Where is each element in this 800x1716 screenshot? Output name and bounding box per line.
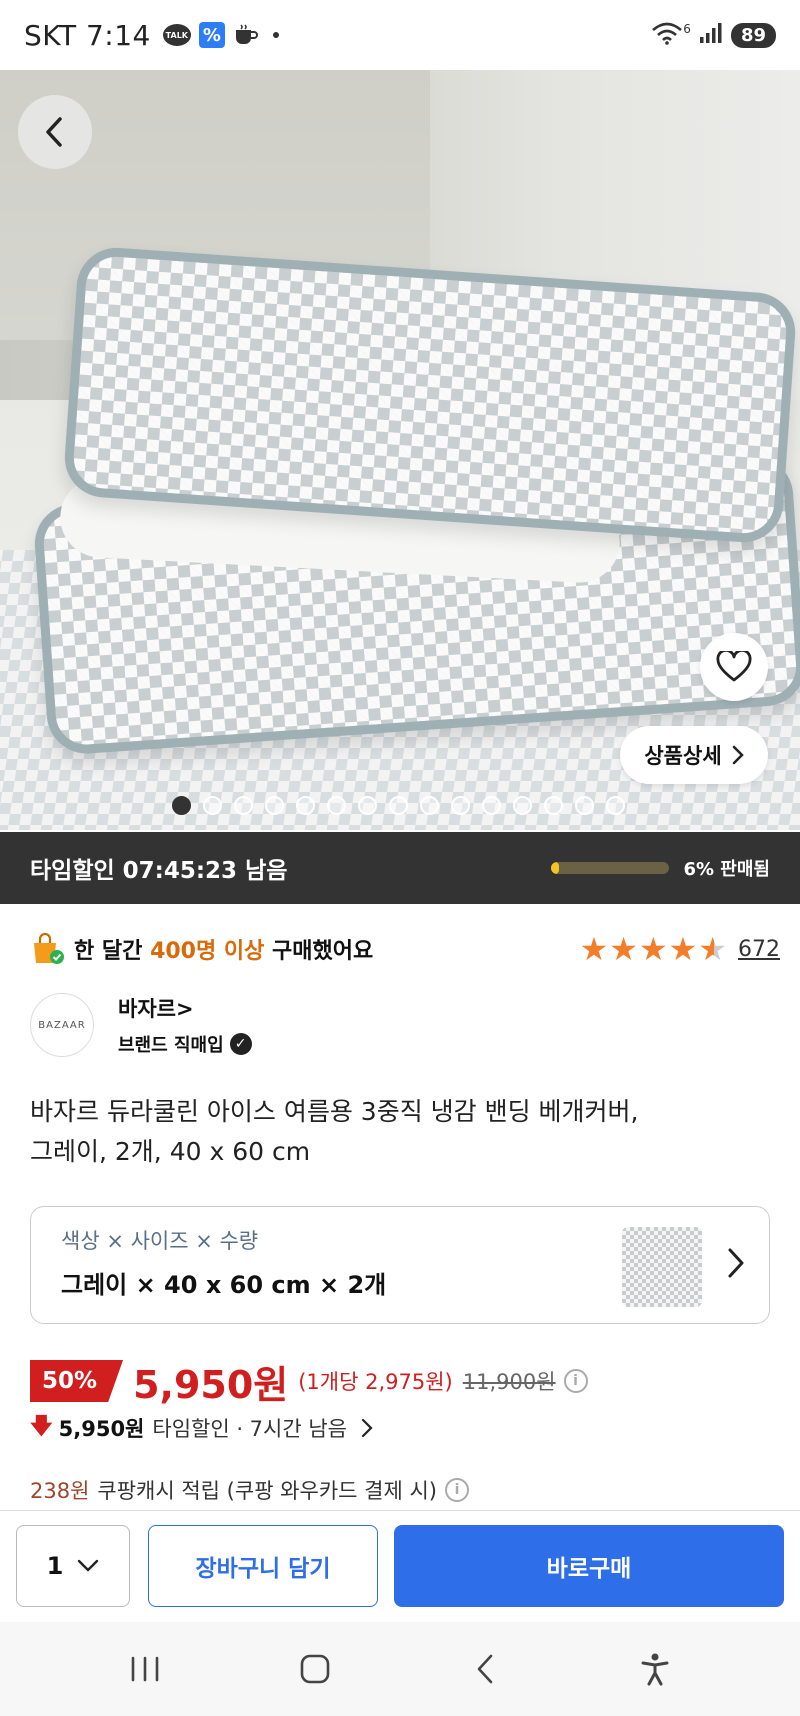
carousel-dot[interactable]	[172, 796, 191, 815]
coffee-cup-icon	[233, 24, 259, 46]
verified-check-icon: ✓	[229, 1033, 252, 1055]
home-icon	[300, 1654, 330, 1684]
purchase-suffix: 구매했어요	[272, 939, 374, 964]
seller-info[interactable]: BAZAAR 바자르> 브랜드 직매입 ✓	[30, 990, 770, 1060]
discount-badge: 50%	[30, 1360, 124, 1402]
monthly-purchase-text: 한 달간 400명 이상 구매했어요	[74, 933, 373, 965]
image-pillow-top	[62, 245, 798, 545]
heart-icon	[716, 651, 752, 682]
status-right: 6 89	[651, 21, 776, 49]
chevron-left-icon	[46, 117, 62, 147]
carousel-dot[interactable]	[265, 796, 284, 815]
carousel-dot[interactable]	[358, 796, 377, 815]
review-count-link[interactable]: 672	[738, 937, 780, 962]
network-type-label: 6	[683, 22, 691, 36]
status-bar: SKT 7:14 TALK % 6 89	[0, 0, 800, 70]
price-row: 50% 5,950원 (1개당 2,975원) 11,900원 i	[30, 1356, 770, 1407]
time-sale-bar: 타임할인 07:45:23 남음 6% 판매됨	[0, 832, 800, 904]
wishlist-button[interactable]	[700, 633, 768, 701]
chevron-down-icon	[78, 1559, 99, 1572]
rating-stars[interactable]: ★ ★ ★ ★ ★ 672	[580, 933, 780, 965]
time-sale-price-row[interactable]: 🡇 5,950원 타임할인 · 7시간 남음	[30, 1408, 770, 1448]
sold-progress-fill	[551, 862, 559, 874]
wifi-icon	[651, 21, 683, 49]
product-title: 바자르 듀라쿨린 아이스 여름용 3중직 냉감 밴딩 베개커버, 그레이, 2개…	[30, 1092, 770, 1172]
arrow-down-icon: 🡇	[30, 1414, 53, 1439]
chevron-right-icon	[728, 1248, 744, 1278]
seller-badge: 브랜드 직매입 ✓	[118, 1031, 252, 1057]
sold-percent-label: 6% 판매됨	[683, 859, 770, 880]
kakaotalk-icon: TALK	[162, 24, 191, 46]
purchase-prefix: 한 달간	[74, 939, 143, 964]
star-icon: ★	[579, 930, 609, 968]
more-notifications-dot-icon	[272, 32, 279, 38]
signal-icon	[699, 22, 723, 48]
notification-icons: TALK %	[162, 22, 279, 48]
time-sale-price: 5,950원	[58, 1417, 145, 1441]
info-icon[interactable]: i	[444, 1478, 469, 1502]
brand-logo[interactable]: BAZAAR	[30, 993, 94, 1057]
unit-price: (1개당 2,975원)	[298, 1370, 453, 1394]
shopping-bag-check-icon	[30, 931, 66, 967]
chevron-right-icon	[361, 1418, 373, 1438]
buy-now-button[interactable]: 바로구매	[394, 1525, 784, 1607]
sold-progress-bar	[551, 862, 670, 874]
cash-reward-row: 238원 쿠팡캐시 적립 (쿠팡 와우카드 결제 시) i	[30, 1470, 770, 1510]
battery-indicator: 89	[730, 22, 776, 48]
carousel-dot[interactable]	[203, 796, 222, 815]
carousel-dot[interactable]	[234, 796, 253, 815]
time-sale-remaining: 타임할인 · 7시간 남음	[152, 1417, 347, 1441]
chevron-right-icon	[732, 745, 744, 765]
carousel-dot[interactable]	[327, 796, 346, 815]
status-time: SKT 7:14	[24, 18, 151, 52]
seller-name-link[interactable]: 바자르>	[118, 993, 252, 1023]
carousel-dot[interactable]	[420, 796, 439, 815]
carousel-dot[interactable]	[544, 796, 563, 815]
product-image-carousel[interactable]	[0, 70, 800, 830]
option-thumbnail	[622, 1227, 702, 1307]
product-detail-button[interactable]: 상품상세	[620, 726, 768, 784]
recent-apps-icon	[131, 1656, 159, 1682]
accessibility-button[interactable]	[625, 1639, 685, 1699]
purchase-stats-row: 한 달간 400명 이상 구매했어요 ★ ★ ★ ★ ★ 672	[30, 928, 780, 970]
quantity-select[interactable]: 1	[16, 1525, 130, 1607]
carousel-dot[interactable]	[575, 796, 594, 815]
cash-reward-text: 쿠팡캐시 적립 (쿠팡 와우카드 결제 시)	[97, 1479, 437, 1503]
back-arrow-icon	[477, 1654, 493, 1684]
time-sale-countdown: 타임할인 07:45:23 남음	[30, 858, 288, 884]
cash-reward-amount: 238원	[30, 1479, 90, 1503]
quantity-value: 1	[46, 1552, 64, 1580]
recent-apps-button[interactable]	[115, 1639, 175, 1699]
product-detail-label: 상품상세	[644, 744, 722, 768]
carousel-dot[interactable]	[296, 796, 315, 815]
carousel-dot[interactable]	[606, 796, 625, 815]
carousel-indicator[interactable]	[172, 796, 625, 815]
carousel-dot[interactable]	[389, 796, 408, 815]
coupon-percent-icon: %	[198, 22, 225, 48]
system-back-button[interactable]	[455, 1639, 515, 1699]
home-button[interactable]	[285, 1639, 345, 1699]
half-star-icon: ★	[698, 930, 727, 968]
accessibility-icon	[641, 1653, 669, 1686]
product-title-line1: 바자르 듀라쿨린 아이스 여름용 3중직 냉감 밴딩 베개커버,	[30, 1097, 639, 1126]
star-icon: ★	[609, 930, 638, 968]
original-price: 11,900원	[462, 1370, 556, 1394]
add-to-cart-button[interactable]: 장바구니 담기	[148, 1525, 378, 1607]
carousel-dot[interactable]	[451, 796, 470, 815]
seller-subtitle: 브랜드 직매입	[118, 1035, 224, 1056]
carousel-dot[interactable]	[513, 796, 532, 815]
purchase-highlight: 400명 이상	[150, 939, 265, 964]
system-nav-bar	[0, 1622, 800, 1716]
option-selector[interactable]: 색상 × 사이즈 × 수량 그레이 × 40 x 60 cm × 2개	[30, 1206, 770, 1324]
carousel-dot[interactable]	[482, 796, 501, 815]
star-icon: ★	[668, 930, 698, 968]
info-icon[interactable]: i	[563, 1369, 588, 1393]
back-button[interactable]	[18, 95, 92, 169]
bottom-action-bar: 1 장바구니 담기 바로구매	[0, 1510, 800, 1622]
sale-price: 5,950원	[133, 1362, 289, 1407]
star-icon: ★	[638, 930, 668, 968]
product-title-line2: 그레이, 2개, 40 x 60 cm	[30, 1137, 311, 1166]
